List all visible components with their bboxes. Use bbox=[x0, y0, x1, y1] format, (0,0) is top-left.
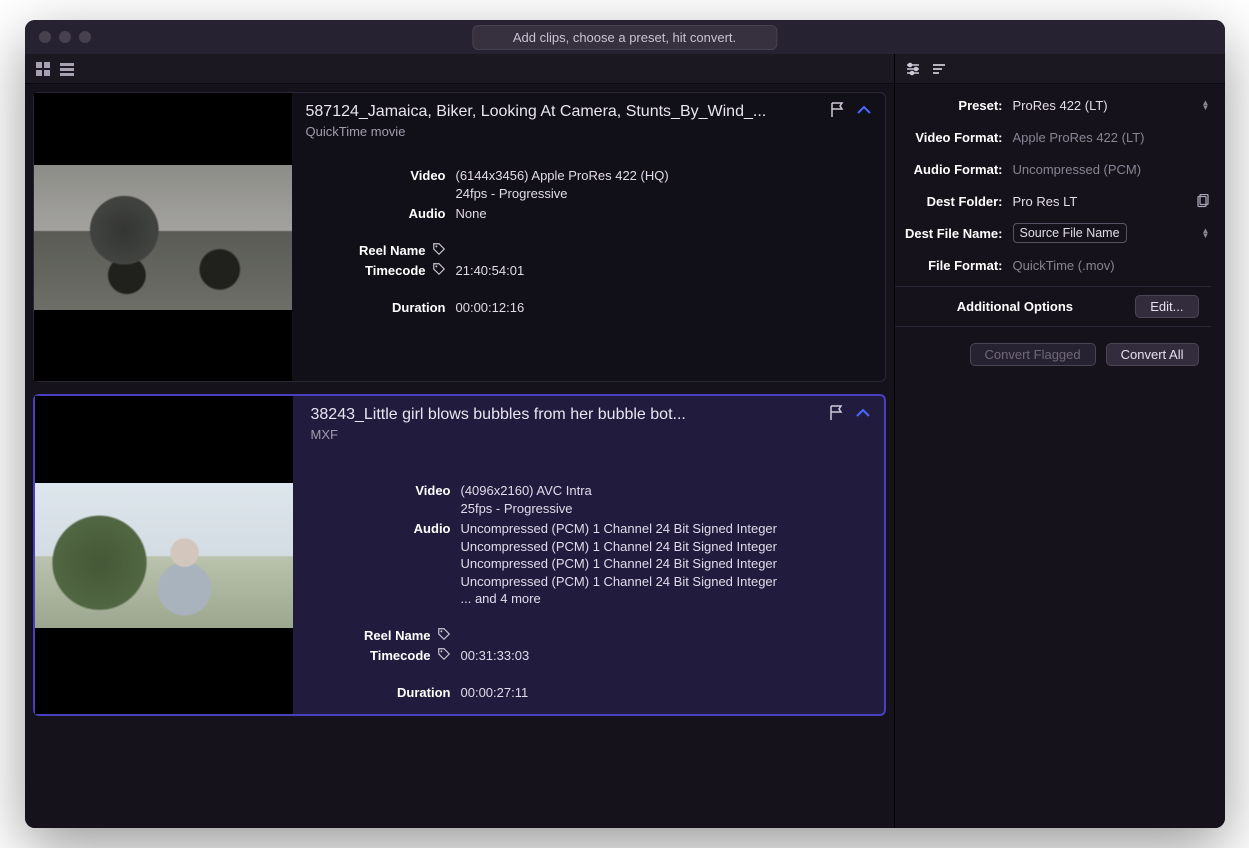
meta-value-duration: 00:00:27:11 bbox=[461, 684, 529, 702]
settings-content: Preset: ProRes 422 (LT) ▲▼ Video Format:… bbox=[895, 84, 1225, 366]
thumbnail-image bbox=[34, 165, 292, 310]
meta-label-duration: Duration bbox=[306, 299, 456, 317]
sort-icon[interactable] bbox=[931, 61, 947, 77]
clip-info: 38243_Little girl blows bubbles from her… bbox=[293, 396, 884, 714]
meta-label-timecode: Timecode bbox=[306, 262, 456, 280]
grid-view-icon[interactable] bbox=[35, 61, 51, 77]
list-view-icon[interactable] bbox=[59, 61, 75, 77]
clips-toolbar bbox=[25, 54, 894, 84]
clip-container-type: MXF bbox=[311, 427, 870, 442]
meta-label-video: Video bbox=[311, 482, 461, 517]
sliders-icon[interactable] bbox=[905, 61, 921, 77]
window-controls bbox=[25, 31, 91, 43]
app-window: Add clips, choose a preset, hit convert. bbox=[25, 20, 1225, 828]
value-video-format: Apple ProRes 422 (LT) bbox=[1013, 130, 1211, 145]
tag-icon bbox=[437, 627, 451, 641]
meta-value-audio: None bbox=[456, 205, 487, 223]
clip-thumbnail[interactable] bbox=[35, 396, 293, 714]
clip-thumbnail[interactable] bbox=[34, 93, 292, 381]
meta-label-duration: Duration bbox=[311, 684, 461, 702]
clip-item[interactable]: 587124_Jamaica, Biker, Looking At Camera… bbox=[33, 92, 886, 382]
clips-panel: 587124_Jamaica, Biker, Looking At Camera… bbox=[25, 54, 895, 828]
meta-label-timecode: Timecode bbox=[311, 647, 461, 665]
zoom-window-button[interactable] bbox=[79, 31, 91, 43]
convert-all-button[interactable]: Convert All bbox=[1106, 343, 1199, 366]
clip-info: 587124_Jamaica, Biker, Looking At Camera… bbox=[292, 93, 885, 381]
label-dest-filename: Dest File Name: bbox=[895, 226, 1013, 241]
titlebar: Add clips, choose a preset, hit convert. bbox=[25, 20, 1225, 54]
clip-title: 587124_Jamaica, Biker, Looking At Camera… bbox=[306, 103, 871, 121]
convert-flagged-button[interactable]: Convert Flagged bbox=[970, 343, 1096, 366]
content-area: 587124_Jamaica, Biker, Looking At Camera… bbox=[25, 54, 1225, 828]
stepper-icon[interactable]: ▲▼ bbox=[1201, 100, 1211, 110]
tag-icon bbox=[432, 242, 446, 256]
value-file-format: QuickTime (.mov) bbox=[1013, 258, 1211, 273]
tag-icon bbox=[437, 647, 451, 661]
collapse-icon[interactable] bbox=[855, 101, 873, 122]
meta-value-audio: Uncompressed (PCM) 1 Channel 24 Bit Sign… bbox=[461, 520, 778, 608]
value-audio-format: Uncompressed (PCM) bbox=[1013, 162, 1211, 177]
flag-icon[interactable] bbox=[829, 101, 847, 122]
value-dest-folder[interactable]: Pro Res LT bbox=[1013, 194, 1195, 209]
preset-select[interactable]: ProRes 422 (LT) bbox=[1013, 98, 1201, 113]
meta-value-video: (6144x3456) Apple ProRes 422 (HQ) 24fps … bbox=[456, 167, 669, 202]
meta-label-reel: Reel Name bbox=[306, 242, 456, 260]
title-hint[interactable]: Add clips, choose a preset, hit convert. bbox=[472, 25, 777, 50]
stepper-icon[interactable]: ▲▼ bbox=[1201, 228, 1211, 238]
dest-filename-select[interactable]: Source File Name bbox=[1013, 223, 1127, 243]
minimize-window-button[interactable] bbox=[59, 31, 71, 43]
clip-list[interactable]: 587124_Jamaica, Biker, Looking At Camera… bbox=[25, 84, 894, 828]
additional-options-row: Additional Options Edit... bbox=[895, 286, 1211, 327]
clip-item[interactable]: 38243_Little girl blows bubbles from her… bbox=[33, 394, 886, 716]
label-dest-folder: Dest Folder: bbox=[895, 194, 1013, 209]
convert-actions: Convert Flagged Convert All bbox=[895, 343, 1211, 366]
meta-value-timecode: 00:31:33:03 bbox=[461, 647, 530, 665]
meta-label-audio: Audio bbox=[311, 520, 461, 608]
clip-title: 38243_Little girl blows bubbles from her… bbox=[311, 406, 870, 424]
label-preset: Preset: bbox=[895, 98, 1013, 113]
collapse-icon[interactable] bbox=[854, 404, 872, 425]
label-audio-format: Audio Format: bbox=[895, 162, 1013, 177]
meta-value-video: (4096x2160) AVC Intra 25fps - Progressiv… bbox=[461, 482, 592, 517]
additional-options-label: Additional Options bbox=[895, 299, 1136, 314]
thumbnail-image bbox=[35, 483, 293, 628]
settings-toolbar bbox=[895, 54, 1225, 84]
clip-container-type: QuickTime movie bbox=[306, 124, 871, 139]
meta-label-audio: Audio bbox=[306, 205, 456, 223]
choose-folder-icon[interactable] bbox=[1195, 194, 1211, 208]
close-window-button[interactable] bbox=[39, 31, 51, 43]
flag-icon[interactable] bbox=[828, 404, 846, 425]
tag-icon bbox=[432, 262, 446, 276]
meta-label-reel: Reel Name bbox=[311, 627, 461, 645]
meta-value-timecode: 21:40:54:01 bbox=[456, 262, 525, 280]
edit-options-button[interactable]: Edit... bbox=[1135, 295, 1198, 318]
label-video-format: Video Format: bbox=[895, 130, 1013, 145]
meta-value-duration: 00:00:12:16 bbox=[456, 299, 525, 317]
meta-label-video: Video bbox=[306, 167, 456, 202]
label-file-format: File Format: bbox=[895, 258, 1013, 273]
settings-panel: Preset: ProRes 422 (LT) ▲▼ Video Format:… bbox=[895, 54, 1225, 828]
